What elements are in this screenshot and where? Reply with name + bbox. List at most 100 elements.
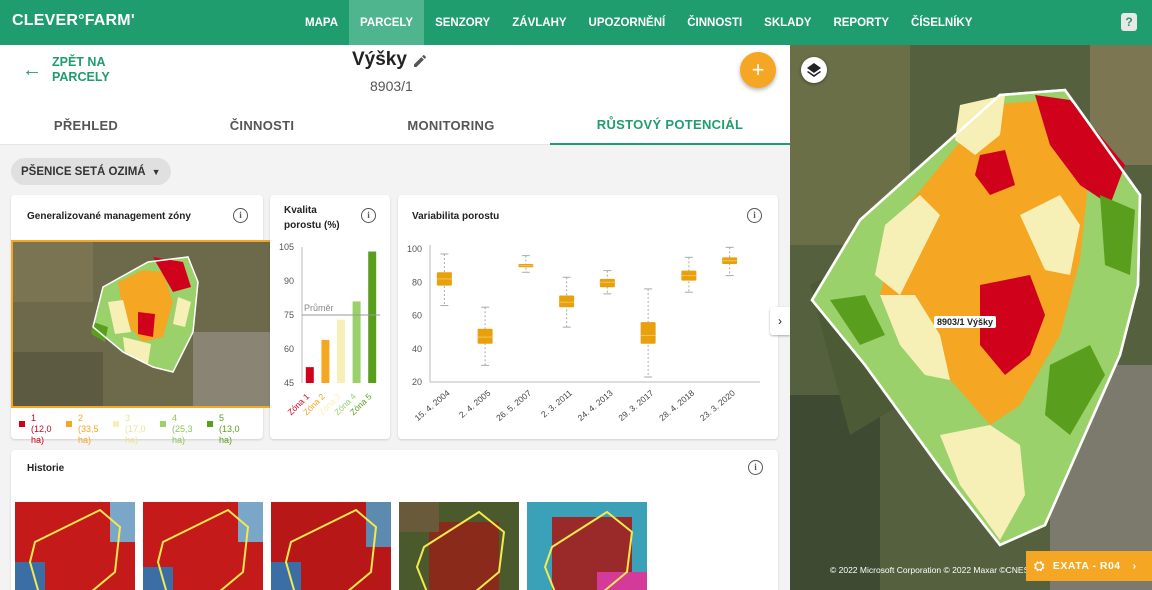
top-navigation-bar: CLEVER°FARM' MAPA PARCELY SENZORY ZÁVLAH… (0, 0, 1152, 45)
history-thumbnail[interactable] (271, 502, 391, 590)
caret-down-icon: ▼ (151, 166, 161, 177)
quality-title: Kvalita porostu (%) (284, 205, 340, 231)
legend-swatch (66, 421, 72, 427)
nav-item-senzory[interactable]: SENZORY (424, 0, 501, 45)
legend-text: 2 (33,5 ha) (78, 413, 99, 446)
quality-bar-chart: 45607590105Zóna 1Zóna 2Zóna 3Zóna 4Zóna … (279, 242, 380, 417)
info-icon[interactable]: i (747, 208, 762, 223)
variability-box-chart: 20 40 60 80 100 15. 4. 2004 2. 4. 2005 26. 5. 2… (407, 244, 760, 423)
y-tick-label: 45 (284, 378, 294, 388)
back-label: ZPĚT NA PARCELY (52, 55, 110, 84)
pencil-icon[interactable] (412, 53, 428, 69)
legend-zone-unit: ha) (31, 435, 45, 445)
satellite-map[interactable]: 8903/1 Výšky © 2022 Microsoft Corporatio… (790, 45, 1152, 590)
arrow-left-icon: ← (22, 59, 42, 81)
history-image (143, 502, 263, 590)
y-tick-label: 60 (412, 311, 422, 321)
history-image (271, 502, 391, 590)
legend-swatch (19, 421, 25, 427)
legend-zone-unit: ha) (172, 435, 186, 445)
history-thumbnail[interactable] (15, 502, 135, 590)
history-image (399, 502, 519, 590)
parcel-header: ← ZPĚT NA PARCELY Výšky 8903/1 + PŘEHLED… (0, 45, 790, 145)
back-to-parcels-button[interactable]: ← ZPĚT NA PARCELY (22, 55, 116, 85)
info-icon[interactable]: i (233, 208, 248, 223)
bar (321, 339, 330, 383)
map-copyright: © 2022 Microsoft Corporation © 2022 Maxa… (830, 565, 1030, 575)
legend-zone-number: 2 (78, 413, 84, 423)
add-button[interactable]: + (740, 52, 776, 88)
legend-zone-3: 3 (17,0 ha) (113, 413, 160, 446)
app-logo[interactable]: CLEVER°FARM' (12, 12, 135, 30)
tab-rustovy-potencial[interactable]: RŮSTOVÝ POTENCIÁL (550, 105, 790, 145)
layers-icon[interactable] (801, 57, 827, 83)
legend-zone-unit: ha) (125, 435, 139, 445)
management-zones-map[interactable] (11, 240, 274, 408)
page-title: Výšky (352, 49, 407, 70)
bar (305, 367, 314, 383)
average-label: Průměr (304, 303, 334, 313)
nav-item-reporty[interactable]: REPORTY (822, 0, 900, 45)
legend-zone-number: 4 (172, 413, 178, 423)
parcel-detail-panel: ← ZPĚT NA PARCELY Výšky 8903/1 + PŘEHLED… (0, 45, 790, 590)
variability-title: Variabilita porostu (412, 211, 500, 222)
box (640, 322, 656, 344)
x-tick-label: 2. 3. 2011 (539, 388, 574, 420)
x-tick-label: 15. 4. 2004 (413, 388, 452, 423)
main-nav: MAPA PARCELY SENZORY ZÁVLAHY UPOZORNĚNÍ … (294, 0, 983, 45)
crop-selector[interactable]: PŠENICE SETÁ OZIMÁ ▼ (11, 158, 171, 185)
nav-item-upozorneni[interactable]: UPOZORNĚNÍ (578, 0, 677, 45)
exata-button[interactable]: ⛭ EXATA - R04 › (1026, 551, 1152, 581)
info-icon[interactable]: i (361, 208, 376, 223)
legend-zone-area: (17,0 (125, 424, 146, 434)
legend-zone-4: 4 (25,3 ha) (160, 413, 207, 446)
tab-monitoring[interactable]: MONITORING (352, 105, 550, 145)
legend-zone-number: 5 (219, 413, 225, 423)
history-card: Historie i (11, 450, 778, 590)
legend-zone-area: (13,0 (219, 424, 240, 434)
crop-selector-value: PŠENICE SETÁ OZIMÁ (21, 165, 146, 178)
legend-text: 5 (13,0 ha) (219, 413, 240, 446)
history-thumbnail[interactable] (527, 502, 647, 590)
y-tick-label: 90 (284, 276, 294, 286)
x-tick-label: 24. 4. 2013 (576, 388, 615, 423)
legend-zone-area: (33,5 (78, 424, 99, 434)
zones-legend: 1 (12,0 ha) 2 (33,5 ha) 3 (17,0 ha) 4 (25,3 ha) … (19, 413, 254, 446)
legend-text: 3 (17,0 ha) (125, 413, 146, 446)
bar (368, 251, 377, 383)
nav-item-ciselniky[interactable]: ČÍSELNÍKY (900, 0, 983, 45)
legend-zone-area: (25,3 (172, 424, 193, 434)
zones-thumbnail-image (13, 242, 272, 406)
nav-item-zavlahy[interactable]: ZÁVLAHY (501, 0, 577, 45)
nav-item-cinnosti[interactable]: ČINNOSTI (676, 0, 753, 45)
chevron-right-icon[interactable]: › (770, 307, 790, 335)
tab-prehled[interactable]: PŘEHLED (0, 105, 172, 145)
legend-zone-number: 3 (125, 413, 131, 423)
legend-zone-area: (12,0 (31, 424, 52, 434)
history-thumbnail[interactable] (143, 502, 263, 590)
help-icon[interactable]: ? (1121, 13, 1137, 31)
box (599, 278, 615, 288)
y-tick-label: 20 (412, 377, 422, 387)
y-tick-label: 105 (279, 242, 294, 252)
history-image (15, 502, 135, 590)
history-title: Historie (27, 463, 65, 474)
legend-zone-1: 1 (12,0 ha) (19, 413, 66, 446)
y-tick-label: 80 (412, 277, 422, 287)
y-tick-label: 75 (284, 310, 294, 320)
y-tick-label: 60 (284, 344, 294, 354)
nav-item-mapa[interactable]: MAPA (294, 0, 349, 45)
bar (337, 319, 345, 383)
management-zones-card: Generalizované management zóny i 1 (12,0… (11, 195, 274, 445)
parcel-map-label[interactable]: 8903/1 Výšky (934, 316, 997, 328)
nav-item-sklady[interactable]: SKLADY (753, 0, 822, 45)
tab-cinnosti[interactable]: ČINNOSTI (172, 105, 352, 145)
history-thumbnail[interactable] (399, 502, 519, 590)
legend-text: 1 (12,0 ha) (31, 413, 52, 446)
person-icon: ⛭ (1034, 558, 1045, 573)
quality-card: Kvalita porostu (%) i 45 60 75 90 105 Zóna 1Z… (270, 195, 390, 439)
nav-item-parcely[interactable]: PARCELY (349, 0, 425, 45)
legend-zone-5: 5 (13,0 ha) (207, 413, 254, 446)
info-icon[interactable]: i (748, 460, 763, 475)
variability-card: Variabilita porostu i 20 40 60 80 100 15. 4. … (398, 195, 778, 439)
